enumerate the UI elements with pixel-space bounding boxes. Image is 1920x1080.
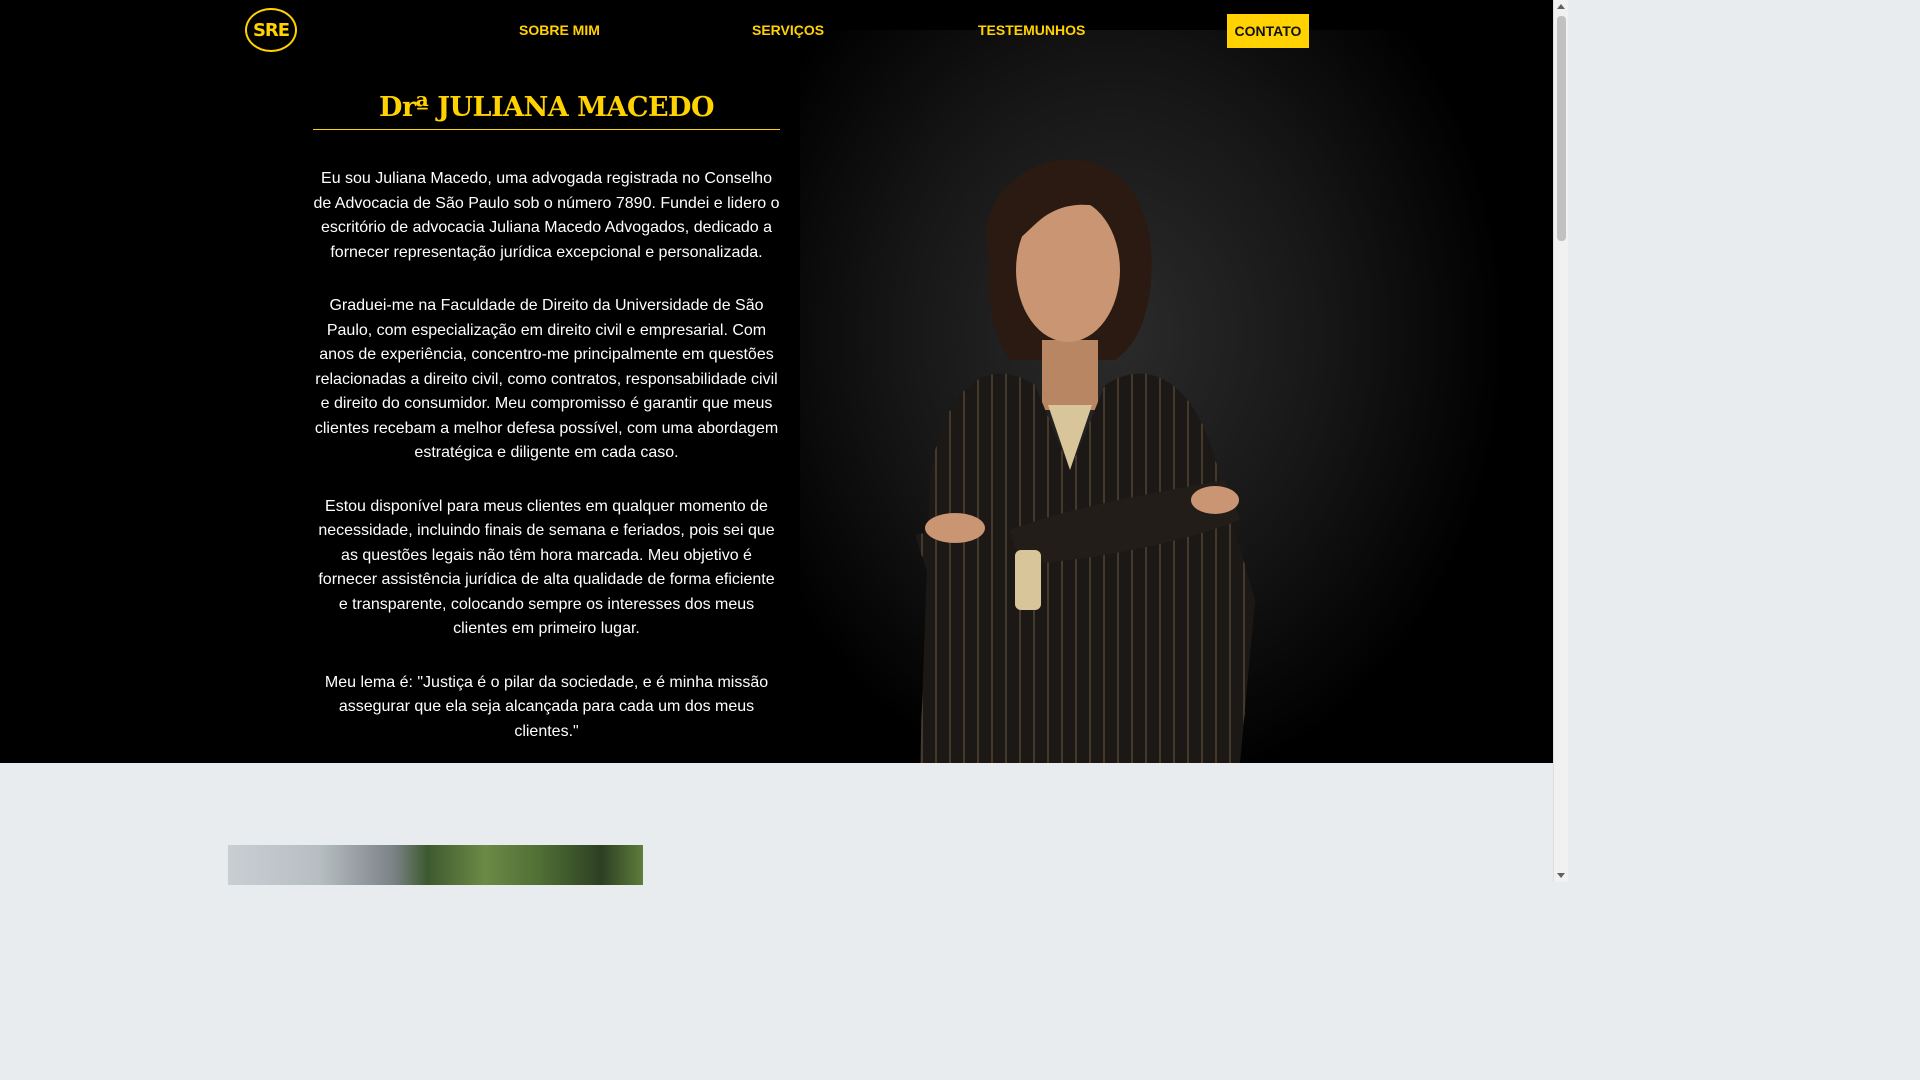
bio-paragraph: Eu sou Juliana Macedo, uma advogada regi…	[313, 170, 780, 261]
contact-button[interactable]: CONTATO	[1227, 14, 1309, 48]
scrollbar-thumb[interactable]	[1557, 16, 1566, 241]
bio-paragraph: Graduei-me na Faculdade de Direito da Un…	[314, 297, 779, 461]
bio-motto: Meu lema é: "Justiça é o pilar da socied…	[324, 673, 769, 740]
hero-section: SRE SOBRE MIM SERVIÇOS TESTEMUNHOS CONTA…	[0, 0, 1553, 763]
lawyer-portrait-image	[915, 159, 1255, 763]
page-scrollbar[interactable]	[1553, 0, 1568, 882]
top-navigation: SRE SOBRE MIM SERVIÇOS TESTEMUNHOS CONTA…	[0, 0, 1553, 64]
logo-text: SRE	[252, 19, 290, 41]
scroll-down-icon[interactable]	[1557, 873, 1565, 878]
bio-section: Drª JULIANA MACEDO Eu sou Juliana Macedo…	[313, 92, 780, 744]
nav-link-servicos[interactable]: SERVIÇOS	[752, 22, 824, 38]
nav-link-sobre-mim[interactable]: SOBRE MIM	[519, 22, 600, 38]
office-photo-thumbnail	[228, 845, 643, 885]
scroll-up-icon[interactable]	[1557, 4, 1565, 9]
page-title: Drª JULIANA MACEDO	[313, 92, 780, 130]
logo[interactable]: SRE	[245, 8, 297, 52]
nav-link-testemunhos[interactable]: TESTEMUNHOS	[978, 22, 1085, 38]
bio-paragraph: Estou disponível para meus clientes em q…	[318, 497, 775, 638]
